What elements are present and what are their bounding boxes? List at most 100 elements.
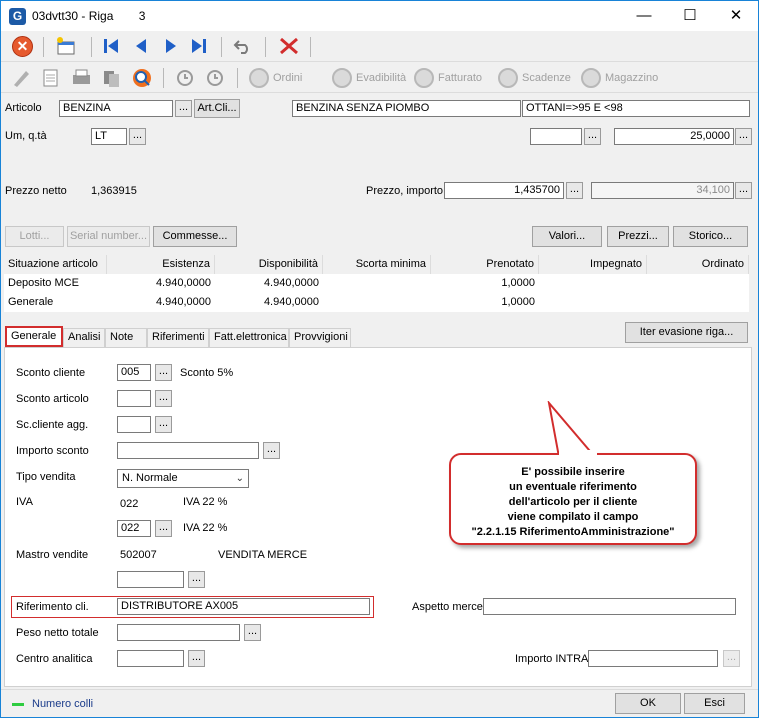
tab-generale[interactable]: Generale <box>5 326 63 347</box>
tab-fatt-elettronica[interactable]: Fatt.elettronica <box>209 328 289 347</box>
sconto-cliente-lookup-button[interactable]: ... <box>155 364 172 381</box>
tab-note[interactable]: Note <box>105 328 147 347</box>
articolo-description2-field[interactable]: OTTANI=>95 E <98 <box>522 100 750 117</box>
fatturato-button[interactable]: Fatturato <box>414 68 482 88</box>
history-icon[interactable] <box>175 68 195 91</box>
new-document-icon[interactable] <box>55 36 77 56</box>
tab-analisi[interactable]: Analisi <box>63 328 105 347</box>
grid-header: Impegnato <box>539 255 647 274</box>
tab-riferimenti[interactable]: Riferimenti <box>147 328 209 347</box>
search-icon[interactable] <box>131 67 153 92</box>
secondary-toolbar: Ordini Evadibilità Fatturato Scadenze Ma… <box>1 63 758 93</box>
mastro-description-value: VENDITA MERCE <box>218 549 308 561</box>
table-row[interactable]: Deposito MCE <box>4 274 107 293</box>
importo-intra-lookup-button[interactable]: ... <box>723 650 740 667</box>
tipo-vendita-select[interactable]: N. Normale ⌄ <box>117 469 249 488</box>
articolo-description-field[interactable]: BENZINA SENZA PIOMBO <box>292 100 521 117</box>
um-lookup-button[interactable]: ... <box>129 128 146 145</box>
gear-icon <box>332 68 352 88</box>
maximize-button[interactable]: ☐ <box>667 1 713 31</box>
window-title: 03dvtt30 - Riga 3 <box>32 9 146 23</box>
main-toolbar: ✕ <box>1 31 758 62</box>
first-record-icon[interactable] <box>102 37 120 58</box>
close-button[interactable]: ✕ <box>713 1 759 31</box>
peso-netto-lookup-button[interactable]: ... <box>244 624 261 641</box>
edit-icon[interactable] <box>11 68 31 91</box>
lotti-button[interactable]: Lotti... <box>5 226 64 247</box>
um-field[interactable]: LT <box>91 128 127 145</box>
commesse-button[interactable]: Commesse... <box>153 226 237 247</box>
grid-header: Situazione articolo <box>4 255 107 274</box>
importo-intra-field[interactable] <box>588 650 718 667</box>
importo-sconto-field[interactable] <box>117 442 259 459</box>
centro-analitica-lookup-button[interactable]: ... <box>188 650 205 667</box>
prezzo-importo-label: Prezzo, importo <box>366 185 444 197</box>
cancel-icon[interactable]: ✕ <box>12 36 33 57</box>
prezzo-lookup-button[interactable]: ... <box>566 182 583 199</box>
title-bar: G 03dvtt30 - Riga 3 — ☐ ✕ <box>1 1 758 31</box>
record-number: 3 <box>138 9 146 23</box>
grid-header: Prenotato <box>431 255 539 274</box>
mastro-vendite-lookup-button[interactable]: ... <box>188 571 205 588</box>
prezzo-field[interactable]: 1,435700 <box>444 182 564 199</box>
ordini-button[interactable]: Ordini <box>249 68 302 88</box>
storico-button[interactable]: Storico... <box>673 226 748 247</box>
importo-lookup-button[interactable]: ... <box>735 182 752 199</box>
iter-evasione-button[interactable]: Iter evasione riga... <box>625 322 748 343</box>
sconto-articolo-lookup-button[interactable]: ... <box>155 390 172 407</box>
last-record-icon[interactable] <box>190 37 208 58</box>
serial-number-button[interactable]: Serial number... <box>67 226 150 247</box>
mastro-vendite-label: Mastro vendite <box>16 549 89 561</box>
mastro-vendite-field[interactable] <box>117 571 184 588</box>
iva-lookup-button[interactable]: ... <box>155 520 172 537</box>
ok-button[interactable]: OK <box>615 693 681 714</box>
prezzi-button[interactable]: Prezzi... <box>607 226 669 247</box>
sc-cliente-agg-field[interactable] <box>117 416 151 433</box>
chevron-down-icon: ⌄ <box>235 473 244 484</box>
esci-button[interactable]: Esci <box>684 693 745 714</box>
art-cli-button[interactable]: Art.Cli... <box>194 99 240 118</box>
quantity-secondary-field[interactable] <box>530 128 582 145</box>
mastro-code-value: 502007 <box>120 549 157 561</box>
aspetto-merce-field[interactable] <box>483 598 736 615</box>
table-row[interactable]: Generale <box>4 293 107 312</box>
centro-analitica-field[interactable] <box>117 650 184 667</box>
articolo-lookup-button[interactable]: ... <box>175 100 192 117</box>
sconto-cliente-field[interactable]: 005 <box>117 364 151 381</box>
next-record-icon[interactable] <box>162 37 180 58</box>
evadibilita-button[interactable]: Evadibilità <box>332 68 406 88</box>
gear-icon <box>581 68 601 88</box>
sc-cliente-agg-lookup-button[interactable]: ... <box>155 416 172 433</box>
gear-icon <box>249 68 269 88</box>
grid-header: Disponibilità <box>215 255 323 274</box>
importo-field: 34,100 <box>591 182 734 199</box>
importo-intra-label: Importo INTRA <box>515 653 589 665</box>
print-icon[interactable] <box>71 68 93 91</box>
peso-netto-label: Peso netto totale <box>16 627 99 639</box>
app-logo-icon: G <box>9 8 26 25</box>
quantity-secondary-lookup-button[interactable]: ... <box>584 128 601 145</box>
magazzino-button[interactable]: Magazzino <box>581 68 658 88</box>
importo-sconto-lookup-button[interactable]: ... <box>263 442 280 459</box>
riferimento-cli-field[interactable]: DISTRIBUTORE AX005 <box>117 598 370 615</box>
delete-icon[interactable] <box>278 36 300 59</box>
scadenze-button[interactable]: Scadenze <box>498 68 571 88</box>
quantity-field[interactable]: 25,0000 <box>614 128 734 145</box>
gear-icon <box>414 68 434 88</box>
iva-description-value: IVA 22 % <box>183 496 228 508</box>
previous-record-icon[interactable] <box>132 37 150 58</box>
valori-button[interactable]: Valori... <box>532 226 602 247</box>
minimize-button[interactable]: — <box>621 1 667 31</box>
tab-provvigioni[interactable]: Provvigioni <box>289 328 351 347</box>
copy-icon[interactable] <box>101 68 123 91</box>
status-bar: Numero colli OK Esci <box>1 689 758 717</box>
peso-netto-field[interactable] <box>117 624 240 641</box>
callout-note: E' possibile inserire un eventuale rifer… <box>449 453 697 545</box>
sconto-articolo-field[interactable] <box>117 390 151 407</box>
quantity-lookup-button[interactable]: ... <box>735 128 752 145</box>
document-list-icon[interactable] <box>41 68 61 91</box>
history-alt-icon[interactable] <box>205 68 225 91</box>
iva-field[interactable]: 022 <box>117 520 151 537</box>
articolo-code-field[interactable]: BENZINA <box>59 100 173 117</box>
undo-icon[interactable] <box>233 37 253 58</box>
